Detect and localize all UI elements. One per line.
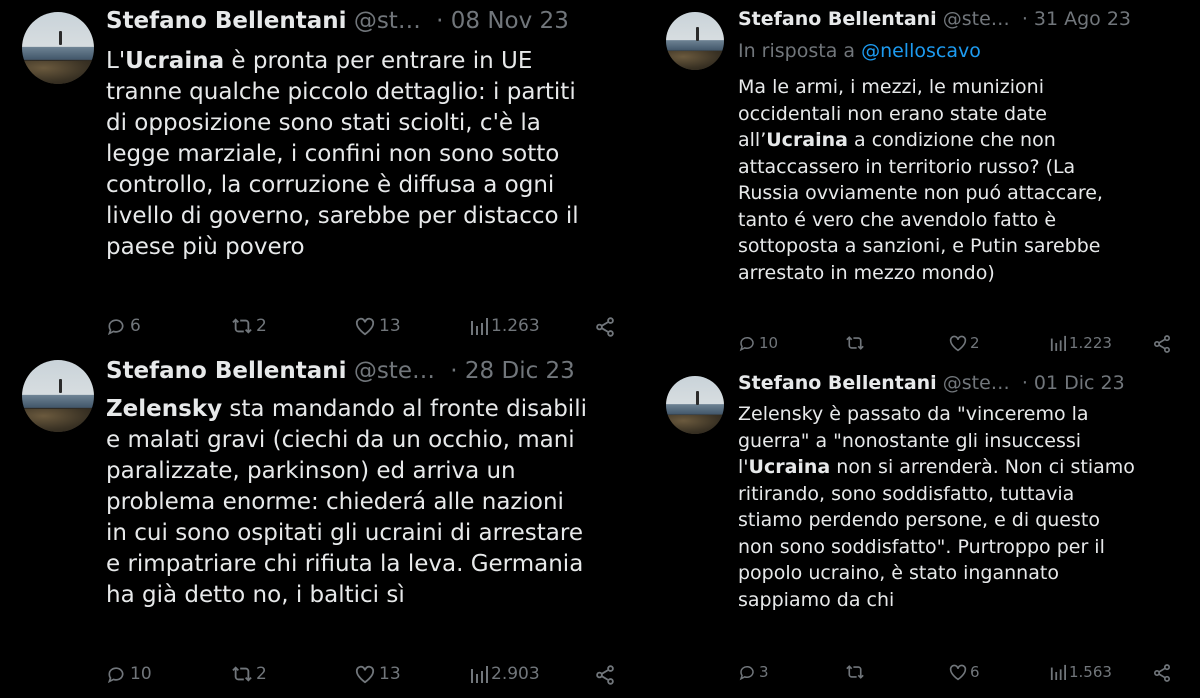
- reply-icon: [106, 316, 126, 336]
- retweet-icon: [230, 316, 254, 336]
- like-count: 6: [970, 663, 980, 681]
- like-button[interactable]: 13: [354, 664, 401, 684]
- avatar[interactable]: [666, 12, 724, 70]
- reply-context: In risposta a @nelloscavo: [738, 40, 981, 62]
- views-button[interactable]: 1.263: [470, 316, 540, 336]
- share-button[interactable]: [1152, 663, 1172, 683]
- reply-icon: [738, 334, 756, 352]
- views-count: 2.903: [491, 664, 540, 684]
- like-button[interactable]: 6: [948, 663, 980, 681]
- reply-button[interactable]: 10: [106, 664, 152, 684]
- reply-count: 10: [759, 334, 779, 352]
- avatar[interactable]: [22, 12, 94, 84]
- share-icon: [1152, 663, 1172, 683]
- author-handle[interactable]: @ste…: [943, 372, 1010, 394]
- reply-icon: [106, 664, 126, 684]
- retweet-icon: [844, 663, 866, 681]
- like-count: 2: [970, 334, 980, 352]
- like-icon: [948, 334, 968, 352]
- tweet-date[interactable]: · 31 Ago 23: [1022, 8, 1131, 30]
- tweet-text: Zelensky sta mandando al fronte disabili…: [106, 396, 587, 608]
- tweet-text: L'Ucraina è pronta per entrare in UE tran…: [106, 48, 579, 260]
- views-button[interactable]: 1.563: [1050, 663, 1112, 681]
- reply-button[interactable]: 6: [106, 316, 141, 336]
- views-count: 1.563: [1069, 663, 1112, 681]
- like-icon: [948, 663, 968, 681]
- tweet-header: Stefano Bellentani @ste… · 01 Dic 23: [738, 372, 1125, 394]
- views-button[interactable]: 2.903: [470, 664, 540, 684]
- views-icon: [470, 317, 488, 335]
- views-icon: [470, 665, 488, 683]
- share-icon: [594, 316, 616, 338]
- tweet-header: Stefano Bellentani @ste… · 31 Ago 23: [738, 8, 1131, 30]
- views-count: 1.263: [491, 316, 540, 336]
- retweet-button[interactable]: 2: [230, 664, 267, 684]
- retweet-button[interactable]: [844, 334, 868, 352]
- author-name[interactable]: Stefano Bellentani: [106, 358, 347, 384]
- views-icon: [1050, 335, 1066, 351]
- reply-button[interactable]: 10: [738, 334, 778, 352]
- retweet-icon: [230, 664, 254, 684]
- like-icon: [354, 664, 376, 684]
- tweet-date[interactable]: · 08 Nov 23: [436, 8, 569, 34]
- right-screenshot-panel: Stefano Bellentani @ste… · 31 Ago 23 In …: [648, 0, 1200, 698]
- share-icon: [594, 664, 616, 686]
- retweet-icon: [844, 334, 866, 352]
- reply-mention-link[interactable]: @nelloscavo: [861, 40, 981, 62]
- author-name[interactable]: Stefano Bellentani: [738, 8, 937, 30]
- tweet-text: Ma le armi, i mezzi, le munizioni occiden…: [738, 76, 1103, 284]
- retweet-button[interactable]: 2: [230, 316, 267, 336]
- author-handle[interactable]: @ste…: [354, 358, 435, 384]
- share-button[interactable]: [594, 664, 616, 686]
- avatar[interactable]: [22, 360, 94, 432]
- share-icon: [1152, 334, 1172, 354]
- tweet-date[interactable]: · 28 Dic 23: [450, 358, 575, 384]
- share-button[interactable]: [1152, 334, 1172, 354]
- tweet-date[interactable]: · 01 Dic 23: [1022, 372, 1125, 394]
- retweet-count: 2: [256, 316, 267, 336]
- retweet-count: 2: [256, 664, 267, 684]
- reply-count: 10: [130, 664, 152, 684]
- tweet-header: Stefano Bellentani @st… · 08 Nov 23: [106, 8, 569, 34]
- views-count: 1.223: [1069, 334, 1112, 352]
- like-button[interactable]: 2: [948, 334, 980, 352]
- like-count: 13: [379, 316, 401, 336]
- reply-count: 3: [759, 663, 769, 681]
- like-button[interactable]: 13: [354, 316, 401, 336]
- tweet-header: Stefano Bellentani @ste… · 28 Dic 23: [106, 358, 575, 384]
- avatar[interactable]: [666, 376, 724, 434]
- author-name[interactable]: Stefano Bellentani: [738, 372, 937, 394]
- reply-count: 6: [130, 316, 141, 336]
- share-button[interactable]: [594, 316, 616, 338]
- author-handle[interactable]: @st…: [354, 8, 421, 34]
- tweet-text: Zelensky è passato da "vinceremo la guerr…: [738, 403, 1135, 611]
- left-screenshot-panel: Stefano Bellentani @st… · 08 Nov 23 L'Uc…: [0, 0, 640, 698]
- author-name[interactable]: Stefano Bellentani: [106, 8, 347, 34]
- like-icon: [354, 316, 376, 336]
- author-handle[interactable]: @ste…: [943, 8, 1010, 30]
- reply-button[interactable]: 3: [738, 663, 769, 681]
- like-count: 13: [379, 664, 401, 684]
- reply-icon: [738, 663, 756, 681]
- views-icon: [1050, 664, 1066, 680]
- retweet-button[interactable]: [844, 663, 868, 681]
- reply-prefix: In risposta a: [738, 40, 862, 62]
- views-button[interactable]: 1.223: [1050, 334, 1112, 352]
